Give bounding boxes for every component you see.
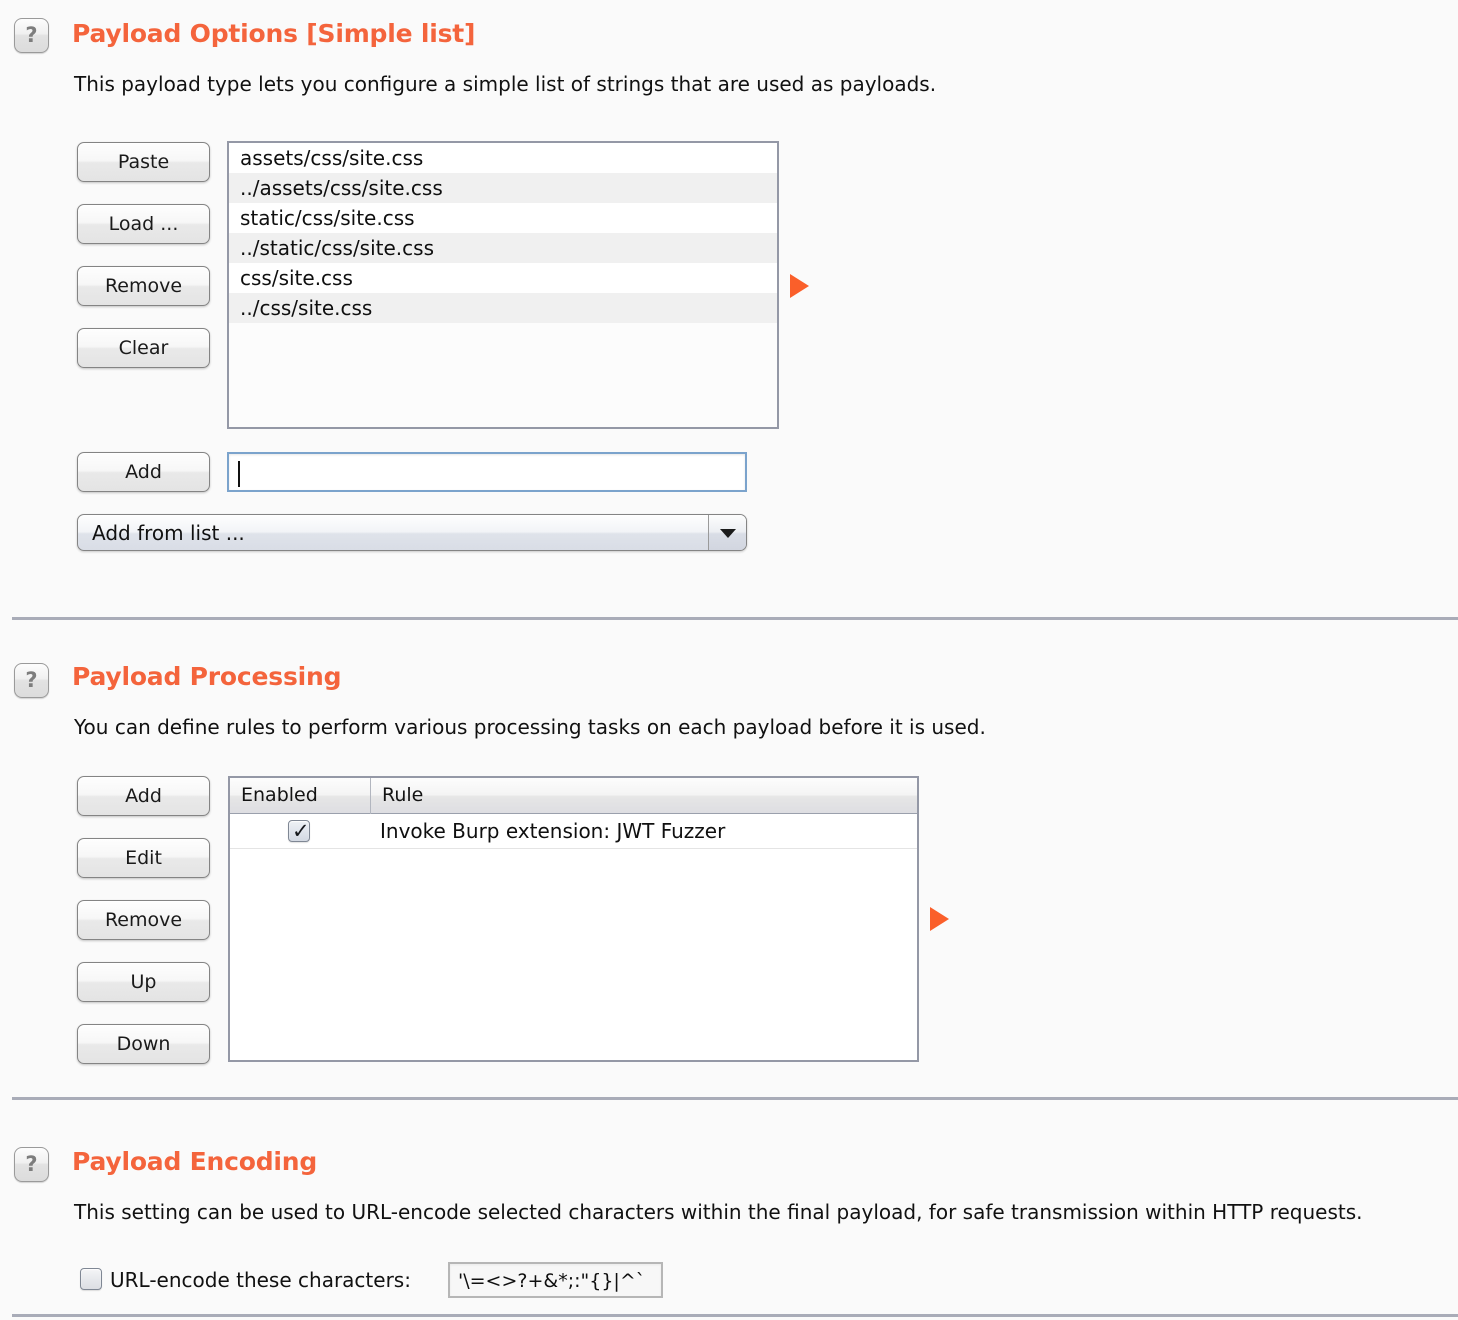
list-item[interactable]: ../assets/css/site.css	[229, 173, 777, 203]
rule-edit-button[interactable]: Edit	[77, 838, 210, 878]
url-encode-checkbox[interactable]	[80, 1268, 102, 1290]
rule-enabled-checkbox[interactable]: ✓	[288, 819, 310, 843]
section-divider	[12, 1097, 1458, 1100]
payload-processing-description: You can define rules to perform various …	[74, 715, 986, 739]
list-item[interactable]: css/site.css	[229, 263, 777, 293]
payload-processing-help-icon[interactable]: ?	[14, 663, 49, 698]
payload-options-title: Payload Options [Simple list]	[72, 19, 476, 48]
rule-remove-button[interactable]: Remove	[77, 900, 210, 940]
url-encode-label: URL-encode these characters:	[110, 1268, 411, 1292]
url-encode-characters-value: '\=<>?+&*;:"{}|^`	[458, 1270, 646, 1292]
bottom-divider	[12, 1314, 1458, 1317]
column-header-enabled[interactable]: Enabled	[230, 778, 370, 814]
list-item[interactable]: ../static/css/site.css	[229, 233, 777, 263]
payload-options-help-icon[interactable]: ?	[14, 18, 49, 53]
payload-configuration-panel: ? Payload Options [Simple list] This pay…	[0, 0, 1458, 1320]
list-item[interactable]: assets/css/site.css	[229, 143, 777, 173]
table-header-row: Enabled Rule	[230, 778, 917, 814]
rule-description: Invoke Burp extension: JWT Fuzzer	[380, 819, 726, 843]
load-button[interactable]: Load ...	[77, 204, 210, 244]
rule-add-button[interactable]: Add	[77, 776, 210, 816]
payload-options-section: ? Payload Options [Simple list] This pay…	[0, 0, 1458, 620]
payload-encoding-title: Payload Encoding	[72, 1147, 318, 1176]
list-item[interactable]: static/css/site.css	[229, 203, 777, 233]
add-payload-button[interactable]: Add	[77, 452, 210, 492]
rules-table-marker-icon	[930, 907, 949, 931]
payload-encoding-description: This setting can be used to URL-encode s…	[74, 1200, 1363, 1224]
add-from-list-label: Add from list ...	[92, 521, 245, 545]
remove-button[interactable]: Remove	[77, 266, 210, 306]
add-payload-input[interactable]	[227, 452, 747, 492]
payload-processing-rules-table[interactable]: Enabled Rule ✓ Invoke Burp extension: JW…	[228, 776, 919, 1062]
section-divider	[12, 617, 1458, 620]
url-encode-characters-input[interactable]: '\=<>?+&*;:"{}|^`	[448, 1262, 663, 1298]
payload-processing-title: Payload Processing	[72, 662, 342, 691]
clear-button[interactable]: Clear	[77, 328, 210, 368]
paste-button[interactable]: Paste	[77, 142, 210, 182]
payload-options-description: This payload type lets you configure a s…	[74, 72, 937, 96]
list-item[interactable]: ../css/site.css	[229, 293, 777, 323]
text-caret	[238, 461, 240, 487]
payload-list[interactable]: assets/css/site.css ../assets/css/site.c…	[227, 141, 779, 429]
rule-down-button[interactable]: Down	[77, 1024, 210, 1064]
payload-list-marker-icon	[790, 274, 809, 298]
column-header-rule[interactable]: Rule	[371, 778, 916, 814]
table-row[interactable]: ✓ Invoke Burp extension: JWT Fuzzer	[230, 815, 917, 849]
rule-up-button[interactable]: Up	[77, 962, 210, 1002]
add-from-list-dropdown[interactable]: Add from list ...	[77, 514, 747, 551]
checkmark-icon: ✓	[292, 819, 310, 843]
payload-encoding-help-icon[interactable]: ?	[14, 1147, 49, 1182]
chevron-down-icon[interactable]	[708, 515, 746, 550]
